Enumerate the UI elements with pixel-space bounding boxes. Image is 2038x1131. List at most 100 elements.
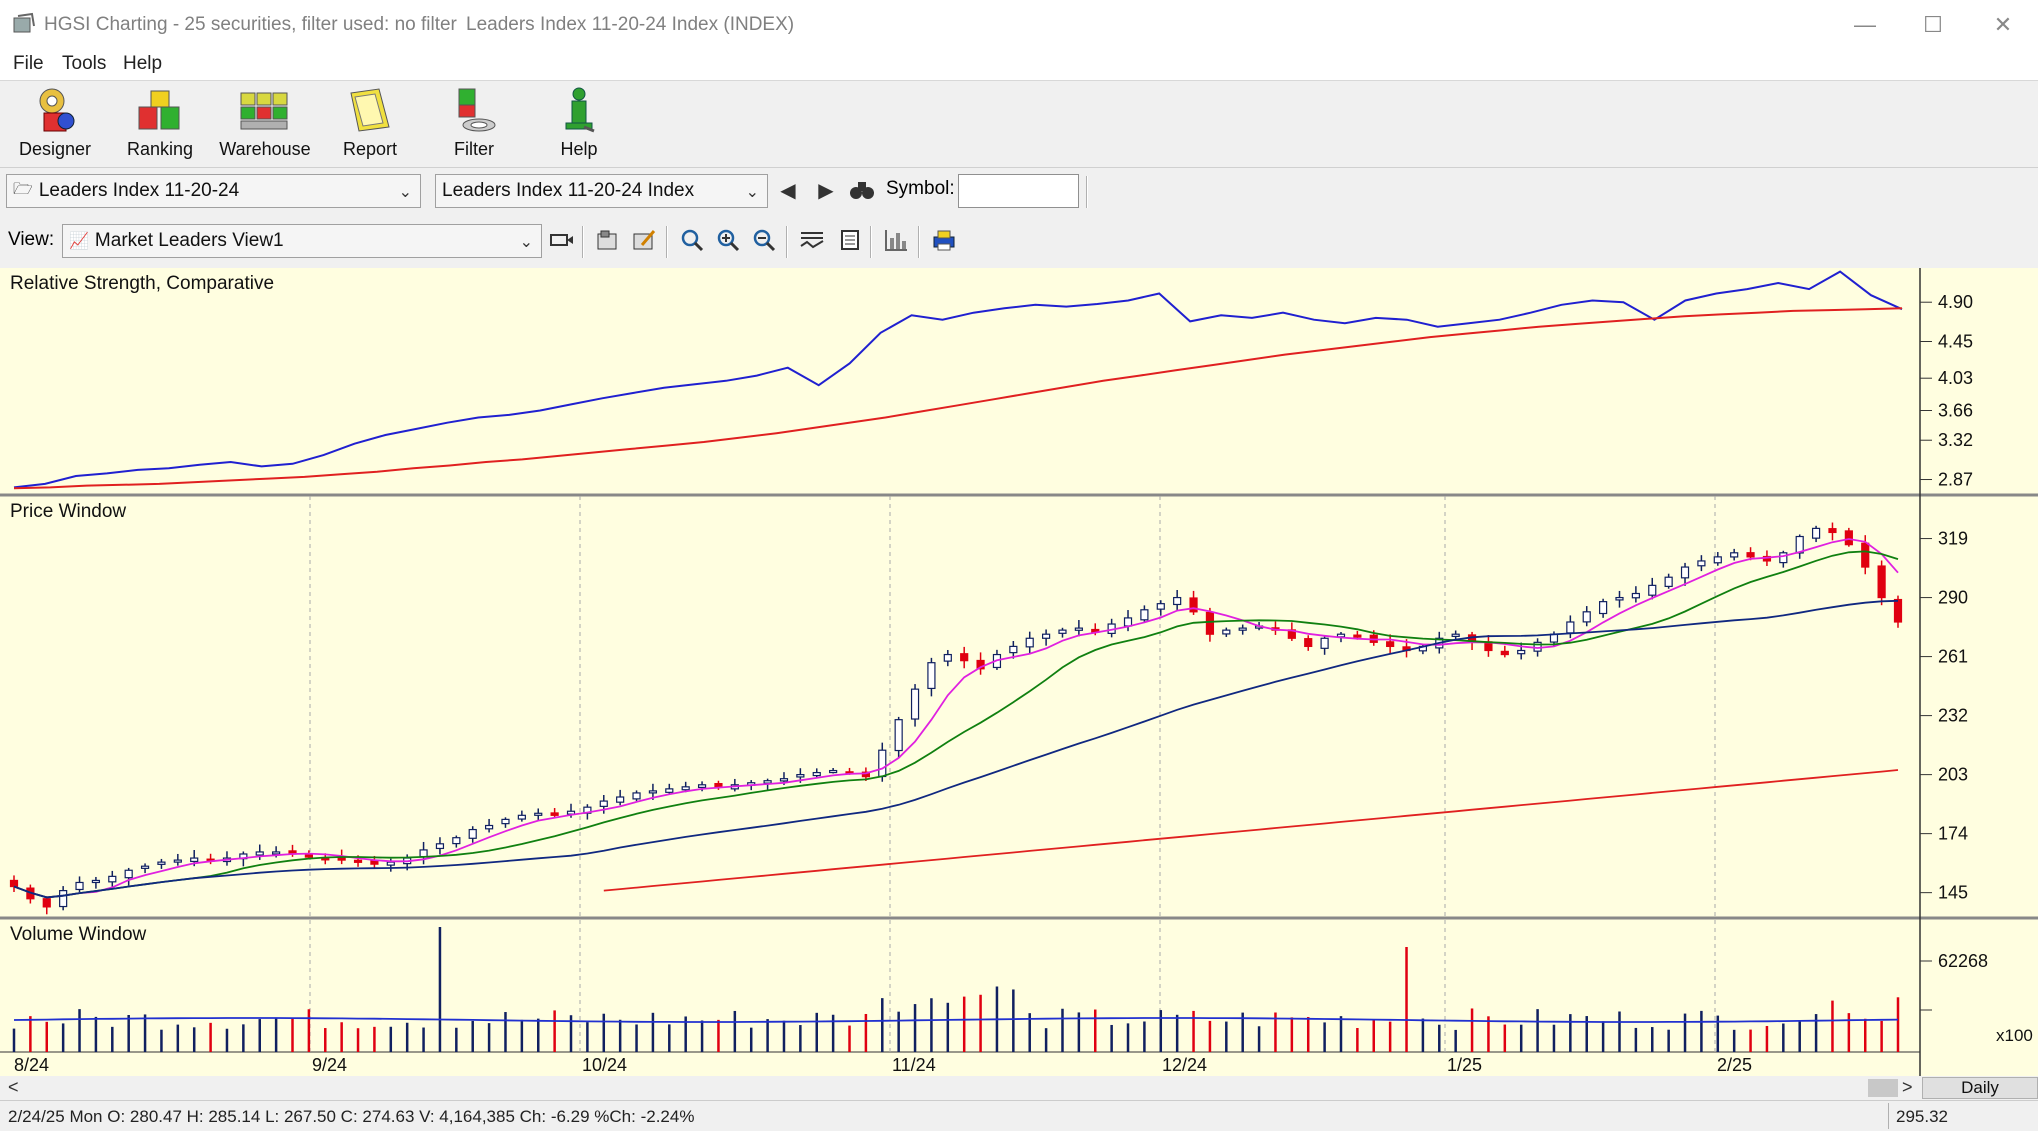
view-combo[interactable]: 📈 Market Leaders View1 ⌄: [62, 224, 542, 258]
properties-icon[interactable]: [594, 226, 622, 254]
candle-body: [517, 814, 526, 820]
zoom-icon[interactable]: [678, 226, 706, 254]
period-button[interactable]: Daily: [1922, 1077, 2038, 1099]
status-text: 2/24/25 Mon O: 280.47 H: 285.14 L: 267.5…: [8, 1107, 695, 1126]
y-tick-label: 4.45: [1938, 332, 1973, 352]
zoom-out-icon[interactable]: [750, 226, 778, 254]
candle-body: [173, 859, 182, 863]
view-manage-icon[interactable]: [548, 226, 576, 254]
prev-security-icon[interactable]: ◀: [774, 176, 802, 204]
y-tick-label: 203: [1938, 765, 1968, 785]
close-button[interactable]: ✕: [1968, 0, 2038, 50]
chart-area[interactable]: 8/24 9/24 10/24 11/24 12/24 1/25 2/25 4.90 4.45…: [0, 268, 2038, 1076]
candle-body: [1599, 601, 1608, 615]
chevron-down-icon: ⌄: [398, 184, 412, 201]
zoom-in-icon[interactable]: [714, 226, 742, 254]
status-separator: [1888, 1103, 1890, 1129]
candle-body: [1500, 650, 1509, 656]
candle-body: [435, 843, 445, 850]
candle-body: [1074, 627, 1083, 631]
filter-button[interactable]: Filter: [424, 85, 524, 165]
candle-body: [304, 854, 313, 858]
candle-body: [108, 875, 117, 883]
edit-icon[interactable]: [630, 226, 658, 254]
candle-body: [452, 837, 461, 845]
candle-body: [75, 881, 84, 891]
menu-help[interactable]: Help: [123, 53, 162, 75]
rs-line: [13, 270, 1903, 489]
candle-body: [1680, 566, 1690, 579]
warehouse-button[interactable]: Warehouse: [215, 85, 315, 165]
volume-average-line: [13, 1017, 1899, 1023]
binoculars-icon[interactable]: [848, 176, 876, 204]
candle-body: [370, 860, 379, 865]
candle-body: [1042, 633, 1051, 639]
y-tick-label: 4.90: [1938, 292, 1973, 312]
chart-bars-icon[interactable]: [882, 226, 910, 254]
report-button[interactable]: Report: [320, 85, 420, 165]
scroll-left-icon[interactable]: <: [8, 1077, 19, 1098]
candle-body: [599, 800, 608, 807]
candle-body: [796, 774, 805, 778]
help-button[interactable]: Help: [529, 85, 629, 165]
status-bar: 2/24/25 Mon O: 280.47 H: 285.14 L: 267.5…: [0, 1100, 2038, 1131]
candle-body: [1893, 598, 1903, 623]
toolbar-separator: [666, 226, 668, 258]
symbol-input[interactable]: [958, 174, 1079, 208]
candle-body: [714, 783, 723, 788]
y-tick-label: 232: [1938, 706, 1968, 726]
scroll-right-icon[interactable]: >: [1902, 1077, 1913, 1098]
security-combo[interactable]: Leaders Index 11-20-24 Index ⌄: [435, 174, 768, 208]
window-title: HGSI Charting - 25 securities, filter us…: [44, 14, 457, 35]
menu-tools[interactable]: Tools: [62, 53, 106, 75]
candle-body: [1009, 645, 1018, 654]
chart-scrollbar[interactable]: < > Daily: [0, 1076, 2038, 1100]
ranking-button[interactable]: Ranking: [110, 85, 210, 165]
toolbar-separator: [918, 226, 920, 258]
list-combo[interactable]: 🗁 Leaders Index 11-20-24 ⌄: [6, 174, 421, 208]
rs-average-line: [13, 307, 1903, 490]
y-tick-label: 145: [1938, 883, 1968, 903]
designer-button[interactable]: Designer: [5, 85, 105, 165]
toolbar-label: Filter: [454, 139, 494, 159]
candle-body: [534, 812, 543, 816]
symbol-label: Symbol:: [886, 178, 955, 199]
candle-body: [1713, 556, 1722, 564]
candle-body: [1582, 611, 1591, 623]
scroll-thumb[interactable]: [1868, 1079, 1898, 1097]
candle-body: [829, 769, 838, 774]
candle-body: [1615, 596, 1624, 601]
x-tick-label: 12/24: [1162, 1055, 1207, 1075]
y-tick-label: 3.32: [1938, 430, 1973, 450]
candle-body: [632, 792, 641, 800]
ranking-icon: [138, 90, 180, 130]
candle-body: [1828, 528, 1837, 534]
candle-body: [1664, 576, 1673, 587]
selector-bar: 🗁 Leaders Index 11-20-24 ⌄ Leaders Index…: [0, 168, 2038, 216]
title-bar: HGSI Charting - 25 securities, filter us…: [0, 0, 2038, 50]
candle-body: [140, 865, 150, 869]
toolbar-separator: [786, 226, 788, 258]
candle-body: [272, 851, 281, 855]
candle-body: [1811, 527, 1821, 539]
candle-body: [59, 890, 68, 908]
report-icon: [350, 88, 390, 132]
toolbar-separator: [582, 226, 584, 258]
indicators-icon[interactable]: [798, 226, 826, 254]
next-security-icon[interactable]: ▶: [812, 176, 840, 204]
price-panel-title: Price Window: [10, 501, 127, 522]
candle-body: [616, 796, 625, 803]
menu-file[interactable]: File: [13, 53, 44, 75]
candle-body: [1517, 649, 1526, 655]
maximize-button[interactable]: ☐: [1898, 0, 1968, 50]
designer-icon: [39, 88, 75, 132]
view-bar: View: 📈 Market Leaders View1 ⌄: [0, 216, 2038, 268]
candle-body: [501, 818, 510, 825]
data-table-icon[interactable]: [836, 226, 864, 254]
candle-body: [697, 784, 707, 789]
toolbar-label: Warehouse: [219, 139, 311, 159]
print-icon[interactable]: [930, 226, 958, 254]
candle-body: [1779, 552, 1788, 564]
candle-body: [1877, 565, 1886, 599]
minimize-button[interactable]: —: [1830, 0, 1900, 50]
